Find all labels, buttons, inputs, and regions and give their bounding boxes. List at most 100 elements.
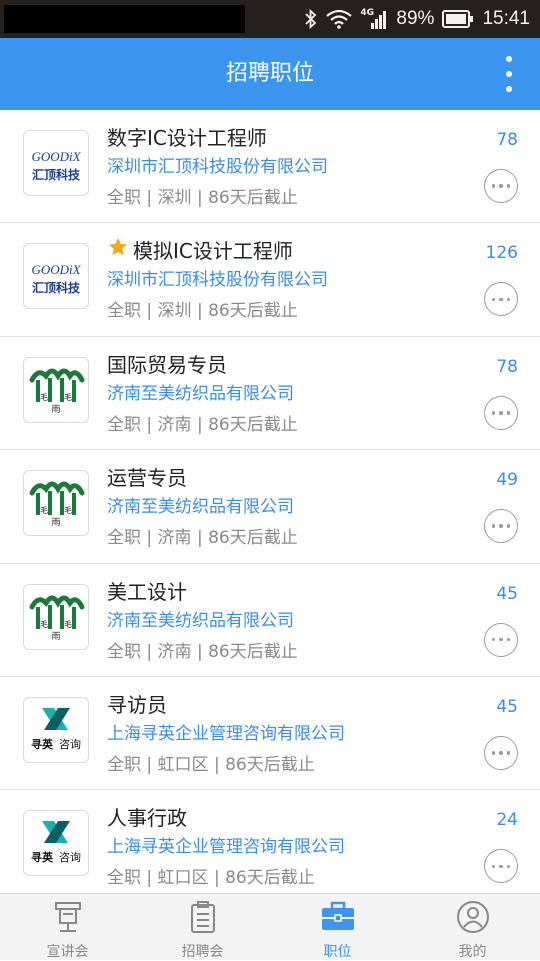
job-title: 国际贸易专员 (107, 349, 227, 378)
svg-text:咨询: 咨询 (59, 737, 81, 751)
dot-icon (506, 411, 511, 415)
job-title: 运营专员 (107, 462, 187, 491)
job-item[interactable]: 寻英 咨询 寻访员 上海寻英企业管理咨询有限公司全职 | 虹口区 | 86天后截止… (0, 677, 540, 791)
tab-briefcase[interactable]: 职位 (270, 894, 405, 960)
job-item[interactable]: 毛 毛 雨 美工设计 济南至美纺织品有限公司 全职 | 济南 | 86天后截止 45 (0, 564, 540, 677)
dot-icon (499, 184, 503, 188)
job-title-text: 美工设计 (107, 579, 187, 604)
job-item[interactable]: GOODiX 汇顶科技 数字IC设计工程师 深圳市汇顶科技股份有限公司全职 | 深… (0, 110, 540, 224)
view-count: 78 (496, 130, 518, 150)
tab-label: 职位 (323, 944, 352, 960)
dot-icon (491, 184, 496, 188)
tab-clipboard[interactable]: 招聘会 (135, 894, 270, 960)
lectern-icon (51, 900, 85, 938)
dot-icon (506, 864, 511, 869)
profile-icon (456, 900, 490, 938)
dot-icon (506, 751, 511, 755)
job-title: 寻访员 (107, 689, 167, 718)
company-logo: 寻英 咨询 (23, 696, 89, 763)
tab-lectern[interactable]: 宣讲会 (0, 894, 135, 960)
star-icon (107, 236, 129, 263)
more-options-button[interactable] (484, 509, 518, 544)
svg-text:毛: 毛 (64, 619, 72, 629)
job-title-text: 国际贸易专员 (107, 352, 227, 377)
xunying-logo-icon: 寻英 咨询 (31, 707, 81, 751)
more-options-button[interactable] (484, 849, 518, 884)
page-title: 招聘职位 (225, 61, 314, 86)
company-logo: 毛 毛 雨 (23, 356, 89, 423)
dot-icon (499, 637, 503, 642)
company-logo: 寻英 咨询 (23, 810, 89, 877)
more-options-button[interactable] (484, 735, 518, 770)
svg-text:汇顶科技: 汇顶科技 (32, 280, 81, 295)
company-logo: GOODiX 汇顶科技 (23, 130, 89, 196)
job-title: 美工设计 (107, 576, 187, 605)
maomaoyu-logo-icon: 毛 毛 雨 (29, 595, 85, 642)
svg-text:毛: 毛 (64, 505, 72, 515)
signal-indicator: 4G (360, 8, 388, 30)
more-options-button[interactable] (484, 282, 518, 317)
more-options-button[interactable] (484, 395, 518, 430)
dot-icon (506, 71, 512, 77)
job-meta: 全职 | 虹口区 | 86天后截止 (107, 868, 315, 889)
job-item[interactable]: 毛 毛 雨 国际贸易专员 济南至美纺织品有限公司全职 | 济南 | 86天后截止 7… (0, 337, 540, 451)
maomaoyu-logo-icon: 毛 毛 雨 (29, 481, 85, 528)
xunying-logo-icon: 寻英 咨询 (31, 821, 81, 864)
more-options-button[interactable] (484, 169, 518, 203)
job-list: GOODiX 汇顶科技 数字IC设计工程师 深圳市汇顶科技股份有限公司 全职 | 深… (0, 110, 540, 893)
view-count: 49 (496, 470, 518, 491)
svg-text:GOODiX: GOODiX (31, 149, 81, 164)
bluetooth-icon (305, 9, 317, 29)
job-item[interactable]: 毛 毛 雨 运营专员 济南至美纺织品有限公司 全职 | 济南 | 86天后截止 49 (0, 450, 540, 564)
dot-icon (499, 864, 503, 869)
job-title: 模拟IC设计工程师 (107, 235, 293, 264)
job-title-text: 人事行政 (107, 806, 187, 831)
job-meta: 全职 | 深圳 | 86天后截止 (107, 301, 298, 322)
tab-profile[interactable]: 我的 (405, 894, 540, 960)
job-meta: 全职 | 深圳 | 86天后截止 (107, 188, 298, 208)
tab-label: 我的 (458, 944, 487, 960)
company-name[interactable]: 济南至美纺织品有限公司 (107, 379, 294, 404)
svg-text:寻英: 寻英 (31, 737, 54, 751)
job-title-text: 运营专员 (107, 466, 187, 491)
dot-icon (491, 411, 496, 415)
maomaoyu-logo-icon: 毛 毛 雨 (29, 368, 85, 415)
dot-icon (491, 297, 496, 302)
bottom-tab-bar: 宣讲会 招聘会 职位 我的 (0, 893, 540, 960)
svg-text:毛: 毛 (40, 392, 48, 402)
svg-text:毛: 毛 (40, 505, 48, 515)
clock: 15:41 (482, 8, 530, 29)
dot-icon (491, 524, 496, 528)
svg-text:毛: 毛 (40, 619, 48, 629)
company-name[interactable]: 上海寻英企业管理咨询有限公司 (107, 719, 345, 744)
battery-percent: 89% (396, 8, 435, 29)
company-name[interactable]: 济南至美纺织品有限公司 (107, 492, 294, 517)
dot-icon (491, 864, 496, 869)
svg-text:毛: 毛 (64, 392, 72, 402)
svg-text:汇顶科技: 汇顶科技 (32, 167, 81, 182)
battery-icon (442, 10, 474, 28)
job-item[interactable]: GOODiX 汇顶科技 模拟IC设计工程师 深圳市汇顶科技股份有限公司全职 | 深… (0, 223, 540, 337)
job-meta: 全职 | 虹口区 | 86天后截止 (107, 754, 315, 775)
company-name[interactable]: 济南至美纺织品有限公司 (107, 606, 294, 631)
job-meta: 全职 | 济南 | 86天后截止 (107, 414, 298, 435)
job-title-text: 数字IC设计工程师 (107, 126, 267, 150)
job-title-text: 模拟IC设计工程师 (133, 239, 293, 264)
company-logo: 毛 毛 雨 (23, 470, 89, 537)
company-logo: GOODiX 汇顶科技 (23, 243, 89, 310)
company-name[interactable]: 上海寻英企业管理咨询有限公司 (107, 832, 345, 857)
overflow-menu-button[interactable] (498, 56, 520, 92)
view-count: 78 (496, 356, 518, 377)
dot-icon (506, 56, 512, 62)
dot-icon (491, 751, 496, 755)
job-meta: 全职 | 济南 | 86天后截止 (107, 641, 298, 662)
job-item[interactable]: 寻英 咨询 人事行政 上海寻英企业管理咨询有限公司全职 | 虹口区 | 86天后截… (0, 790, 540, 893)
more-options-button[interactable] (484, 622, 518, 657)
redacted-area (4, 5, 245, 33)
view-count: 126 (485, 243, 518, 264)
company-name[interactable]: 深圳市汇顶科技股份有限公司 (107, 265, 328, 290)
svg-text:雨: 雨 (51, 404, 60, 415)
company-name[interactable]: 深圳市汇顶科技股份有限公司 (107, 152, 328, 177)
dot-icon (506, 524, 511, 528)
tab-label: 招聘会 (181, 944, 224, 960)
